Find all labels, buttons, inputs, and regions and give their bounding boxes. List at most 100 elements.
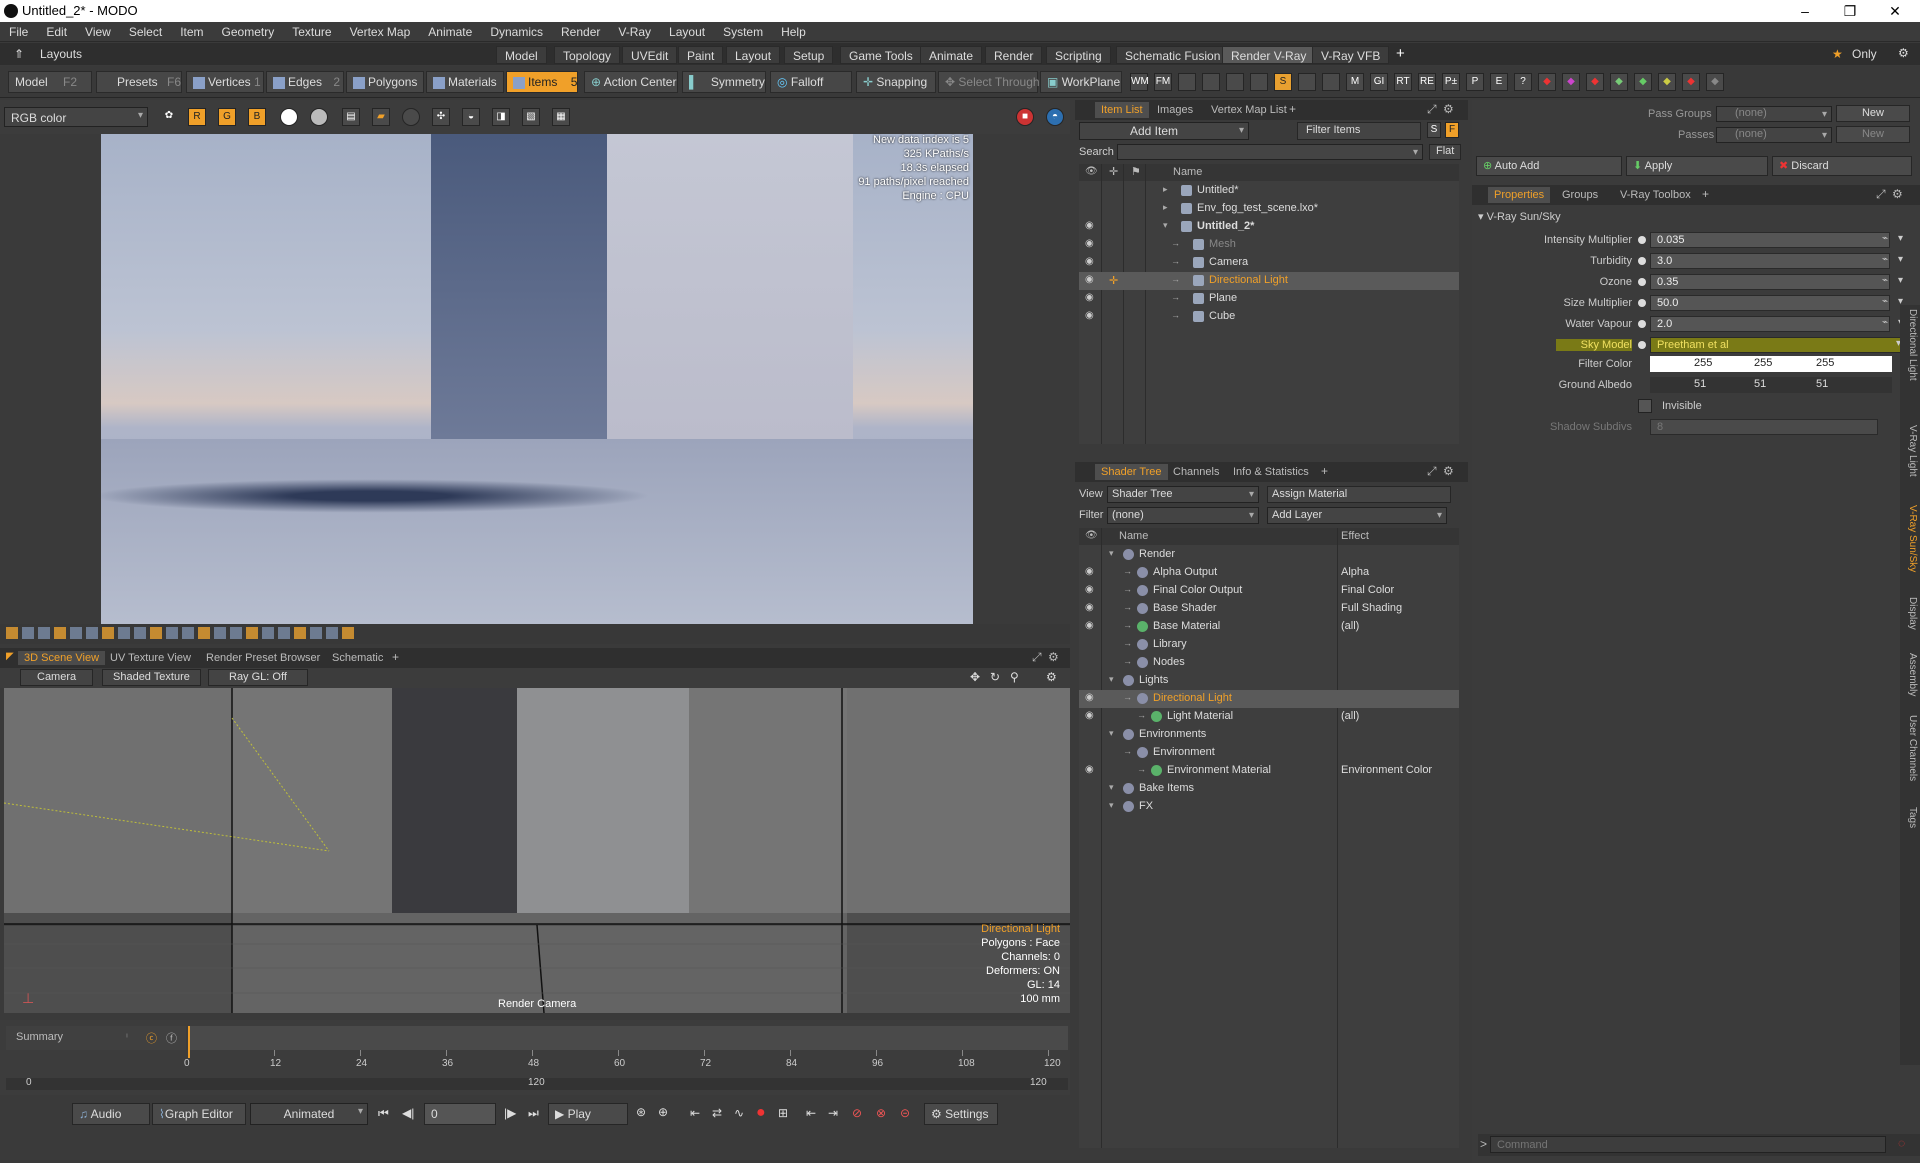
color-wheel-icon[interactable]: ✿ xyxy=(160,108,178,126)
keyframe-dot-icon[interactable] xyxy=(1638,341,1646,349)
maximize-icon[interactable]: ⤢ xyxy=(1876,187,1886,202)
visibility-column-icon[interactable]: 👁 xyxy=(1085,166,1098,177)
record-button-icon[interactable]: ● xyxy=(756,1104,766,1122)
add-tab-icon[interactable]: + xyxy=(1321,464,1328,478)
frame-field[interactable]: 0 xyxy=(424,1103,496,1125)
vray-tool-button[interactable]: GI xyxy=(1370,73,1388,91)
vray-render-icon[interactable]: ◆ xyxy=(1682,73,1700,91)
falloff-button[interactable]: ◎ Falloff xyxy=(770,71,852,93)
visibility-column-icon[interactable]: 👁 xyxy=(1085,530,1098,541)
stop-render-icon[interactable]: ■ xyxy=(1016,108,1034,126)
tab-channels[interactable]: Channels xyxy=(1167,464,1225,480)
filter-icon[interactable]: ⓕ xyxy=(166,1030,177,1046)
info-icon[interactable]: ⁱ xyxy=(126,1031,128,1044)
vray-tool-button[interactable]: RT xyxy=(1394,73,1412,91)
vray-render-icon[interactable]: ◆ xyxy=(1610,73,1628,91)
side-tab[interactable]: Assembly xyxy=(1902,653,1918,696)
tab-layout[interactable]: Layout xyxy=(726,46,781,64)
shader-row[interactable]: ▾ Render xyxy=(1079,546,1459,564)
playhead[interactable] xyxy=(188,1026,190,1058)
vray-tool-button[interactable]: WM xyxy=(1130,73,1149,91)
home-icon[interactable]: ⇑ xyxy=(14,47,24,61)
key-icon[interactable]: ⊛ xyxy=(636,1105,646,1119)
tab-3d-scene-view[interactable]: 3D Scene View xyxy=(18,651,106,665)
link-icon[interactable]: ⌁ xyxy=(1882,317,1888,328)
tree-arrow-icon[interactable]: → xyxy=(1123,584,1132,594)
animated-dropdown[interactable]: Animated xyxy=(250,1103,368,1125)
tree-arrow-icon[interactable]: → xyxy=(1123,602,1132,612)
frame-icon[interactable]: ▦ xyxy=(552,108,570,126)
link-icon[interactable]: ⌁ xyxy=(1882,233,1888,244)
property-value[interactable]: 3.0 xyxy=(1650,253,1890,269)
ground-albedo-swatch[interactable]: 51 51 51 xyxy=(1650,377,1892,393)
shader-row[interactable]: ◉ → Directional Light xyxy=(1079,690,1459,708)
vray-tool-button[interactable] xyxy=(1178,73,1196,91)
tab-model[interactable]: Model xyxy=(496,46,547,64)
edges-button[interactable]: Edges 2 xyxy=(266,71,344,93)
symmetry-button[interactable]: ▌ Symmetry xyxy=(682,71,766,93)
loop-icon[interactable]: ⇄ xyxy=(712,1106,722,1120)
render-view-tool-icon[interactable] xyxy=(310,627,322,639)
clear-key-icon[interactable]: ⊗ xyxy=(876,1106,886,1120)
tab-topology[interactable]: Topology xyxy=(554,46,621,64)
render-view-tool-icon[interactable] xyxy=(262,627,274,639)
apply-button[interactable]: ⬇ Apply xyxy=(1626,156,1768,176)
menu-layout[interactable]: Layout xyxy=(660,22,714,39)
eye-icon[interactable]: ◉ xyxy=(1085,310,1097,322)
graph-editor-button[interactable]: ⌇Graph Editor xyxy=(152,1103,246,1125)
render-view-tool-icon[interactable] xyxy=(118,627,130,639)
tab-vertex-map-list[interactable]: Vertex Map List xyxy=(1205,102,1293,118)
menu-dynamics[interactable]: Dynamics xyxy=(481,22,552,39)
view-settings-icon[interactable]: ⚙ xyxy=(1046,670,1057,684)
chevron-down-icon[interactable]: ▾ xyxy=(1898,254,1903,265)
shader-row[interactable]: ◉ → Base Shader Full Shading xyxy=(1079,600,1459,618)
f-filter-button[interactable]: F xyxy=(1445,122,1459,138)
white-circle-icon[interactable] xyxy=(280,108,298,126)
assign-material-button[interactable]: Assign Material xyxy=(1267,486,1451,503)
eye-icon[interactable]: ◉ xyxy=(1085,602,1097,614)
connector-icon[interactable]: → xyxy=(1171,238,1180,248)
vray-tool-button[interactable]: P± xyxy=(1442,73,1460,91)
tab-item-list[interactable]: Item List xyxy=(1095,102,1149,118)
gear-icon[interactable]: ⚙ xyxy=(1892,187,1903,201)
render-view-tool-icon[interactable] xyxy=(278,627,290,639)
lens-icon[interactable]: ▧ xyxy=(522,108,540,126)
menu-geometry[interactable]: Geometry xyxy=(213,22,284,39)
go-end-icon[interactable]: ⏭ xyxy=(528,1106,539,1121)
property-value[interactable]: 0.35 xyxy=(1650,274,1890,290)
settings-button[interactable]: ⚙ Settings xyxy=(924,1103,998,1125)
render-view-tool-icon[interactable] xyxy=(54,627,66,639)
render-view-tool-icon[interactable] xyxy=(70,627,82,639)
pin-column-icon[interactable]: ⚑ xyxy=(1131,165,1141,178)
vray-tool-button[interactable] xyxy=(1250,73,1268,91)
item-row[interactable]: ◉ → Camera xyxy=(1079,254,1459,272)
vertices-button[interactable]: Vertices 1 xyxy=(186,71,264,93)
vray-render-icon[interactable]: ◆ xyxy=(1562,73,1580,91)
shader-row[interactable]: ▾ Environments xyxy=(1079,726,1459,744)
property-value[interactable]: 0.035 xyxy=(1650,232,1890,248)
render-view-tool-icon[interactable] xyxy=(182,627,194,639)
command-input[interactable] xyxy=(1490,1136,1886,1153)
connector-icon[interactable]: → xyxy=(1171,310,1180,320)
tab-vray-toolbox[interactable]: V-Ray Toolbox xyxy=(1614,187,1697,203)
tree-arrow-icon[interactable]: → xyxy=(1137,764,1146,774)
eye-icon[interactable]: ◉ xyxy=(1085,256,1097,268)
item-row[interactable]: ▸ Untitled* xyxy=(1079,182,1459,200)
add-tab-icon[interactable]: + xyxy=(392,650,399,664)
record-icon[interactable]: ⓒ xyxy=(146,1030,157,1046)
tab-schematic[interactable]: Schematic xyxy=(326,651,389,665)
action-center-button[interactable]: ⊕ Action Center xyxy=(584,71,678,93)
render-view[interactable]: New data index is 5 325 KPaths/s 18.3s e… xyxy=(91,134,973,624)
save-icon[interactable]: ▤ xyxy=(342,108,360,126)
eye-icon[interactable]: ◉ xyxy=(1085,220,1097,232)
connector-icon[interactable]: → xyxy=(1171,274,1180,284)
menu-texture[interactable]: Texture xyxy=(283,22,340,39)
menu-system[interactable]: System xyxy=(714,22,772,39)
menu-view[interactable]: View xyxy=(76,22,120,39)
item-row[interactable]: ◉ → Cube xyxy=(1079,308,1459,326)
tree-arrow-icon[interactable]: → xyxy=(1123,620,1132,630)
render-view-tool-icon[interactable] xyxy=(342,627,354,639)
layouts-label[interactable]: Layouts xyxy=(40,47,82,61)
3d-viewport[interactable]: Directional Light Polygons : Face Channe… xyxy=(4,688,1070,1013)
move-view-icon[interactable]: ✥ xyxy=(970,670,980,684)
